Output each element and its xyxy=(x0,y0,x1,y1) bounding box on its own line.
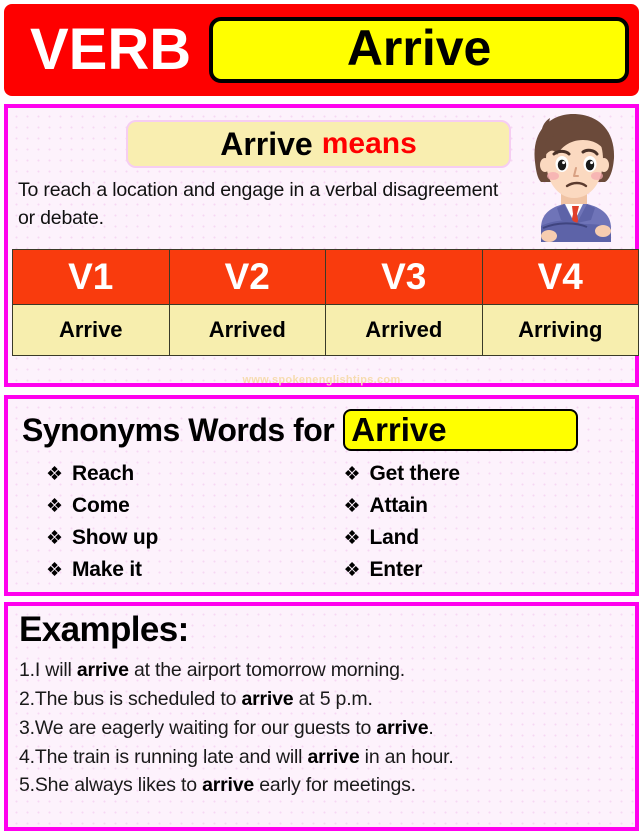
verb-forms-table: V1 V2 V3 V4 Arrive Arrived Arrived Arriv… xyxy=(12,249,639,356)
synonyms-columns: ❖ Reach ❖ Come ❖ Show up ❖ Make it ❖ Get… xyxy=(8,463,635,591)
verb-forms-value-row: Arrive Arrived Arrived Arriving xyxy=(12,304,639,356)
example-before: The bus is scheduled to xyxy=(34,687,242,710)
synonyms-left-column: ❖ Reach ❖ Come ❖ Show up ❖ Make it xyxy=(8,463,322,591)
examples-list: 1.I will arrive at the airport tomorrow … xyxy=(19,656,631,800)
verb-form-header-v2: V2 xyxy=(168,249,326,305)
example-after: early for meetings. xyxy=(254,774,416,797)
example-item: 1.I will arrive at the airport tomorrow … xyxy=(19,656,631,685)
verb-form-header-v1: V1 xyxy=(12,249,170,305)
verb-form-value-v1: Arrive xyxy=(12,304,170,356)
verb-title-chip: Arrive xyxy=(209,17,629,83)
synonym-label: Attain xyxy=(369,494,428,517)
list-item: ❖ Come xyxy=(46,495,322,527)
synonym-label: Come xyxy=(72,494,130,517)
list-item: ❖ Enter xyxy=(344,559,636,591)
example-number: 3. xyxy=(19,716,35,739)
means-chip: Arrive means xyxy=(126,120,511,168)
list-item: ❖ Make it xyxy=(46,559,322,591)
diamond-bullet-icon: ❖ xyxy=(343,560,361,581)
example-before: We are eagerly waiting for our guests to xyxy=(34,716,377,739)
synonyms-panel: Synonyms Words for Arrive ❖ Reach ❖ Come… xyxy=(4,395,639,596)
verb-category-label: VERB xyxy=(30,17,192,82)
synonym-label: Land xyxy=(369,526,420,549)
list-item: ❖ Get there xyxy=(344,463,636,495)
diamond-bullet-icon: ❖ xyxy=(46,560,64,581)
example-keyword: arrive xyxy=(241,687,294,710)
verb-form-header-v3: V3 xyxy=(325,249,483,305)
example-keyword: arrive xyxy=(307,745,360,768)
example-keyword: arrive xyxy=(202,774,255,797)
example-after: at 5 p.m. xyxy=(293,687,373,710)
example-number: 2. xyxy=(19,687,35,710)
synonym-label: Make it xyxy=(72,558,142,581)
example-number: 4. xyxy=(19,745,35,768)
example-before: I will xyxy=(34,659,77,681)
list-item: ❖ Land xyxy=(344,527,636,559)
list-item: ❖ Reach xyxy=(46,463,322,495)
verb-form-value-v4: Arriving xyxy=(481,304,639,356)
example-before: She always likes to xyxy=(34,774,203,797)
means-chip-suffix: means xyxy=(321,127,417,160)
diamond-bullet-icon: ❖ xyxy=(46,496,64,517)
example-item: 4.The train is running late and will arr… xyxy=(19,743,631,772)
example-keyword: arrive xyxy=(376,716,429,739)
watermark: www.spokenenglishtips.com xyxy=(242,374,401,386)
list-item: ❖ Show up xyxy=(46,527,322,559)
verb-forms-header-row: V1 V2 V3 V4 xyxy=(12,249,639,305)
diamond-bullet-icon: ❖ xyxy=(46,464,64,485)
example-item: 2.The bus is scheduled to arrive at 5 p.… xyxy=(19,685,631,714)
example-number: 1. xyxy=(19,659,35,681)
diamond-bullet-icon: ❖ xyxy=(343,496,361,517)
diamond-bullet-icon: ❖ xyxy=(343,464,361,485)
synonym-label: Enter xyxy=(369,558,423,581)
diamond-bullet-icon: ❖ xyxy=(343,528,361,549)
example-after: . xyxy=(428,716,434,739)
synonyms-word-chip: Arrive xyxy=(343,409,579,451)
example-item: 3.We are eagerly waiting for our guests … xyxy=(19,714,631,743)
verb-form-value-v2: Arrived xyxy=(168,304,326,356)
means-chip-word: Arrive xyxy=(220,126,313,162)
example-after: at the airport tomorrow morning. xyxy=(128,659,406,681)
examples-panel: Examples: 1.I will arrive at the airport… xyxy=(4,602,639,831)
synonyms-chip-text: Arrive xyxy=(351,410,447,448)
synonyms-right-column: ❖ Get there ❖ Attain ❖ Land ❖ Enter xyxy=(322,463,636,591)
definition-panel: Arrive means To reach a location and eng… xyxy=(4,104,639,387)
example-keyword: arrive xyxy=(76,659,129,681)
diamond-bullet-icon: ❖ xyxy=(46,528,64,549)
example-after: in an hour. xyxy=(359,745,454,768)
synonym-label: Show up xyxy=(72,526,159,549)
verb-form-header-v4: V4 xyxy=(481,249,639,305)
example-number: 5. xyxy=(19,774,35,797)
synonym-label: Get there xyxy=(369,462,461,485)
synonym-label: Reach xyxy=(72,462,135,485)
synonyms-title-row: Synonyms Words for Arrive xyxy=(22,409,579,451)
verb-title-text: Arrive xyxy=(346,20,492,76)
list-item: ❖ Attain xyxy=(344,495,636,527)
header-banner: VERB Arrive xyxy=(4,4,639,96)
definition-text: To reach a location and engage in a verb… xyxy=(18,179,499,230)
verb-form-value-v3: Arrived xyxy=(325,304,483,356)
example-item: 5.She always likes to arrive early for m… xyxy=(19,771,631,800)
confused-businessman-illustration xyxy=(517,110,635,242)
example-before: The train is running late and will xyxy=(34,745,308,768)
synonyms-title: Synonyms Words for xyxy=(22,412,335,448)
examples-title: Examples: xyxy=(19,610,189,649)
infographic-page: VERB Arrive Arrive means To reach a loca… xyxy=(0,0,643,835)
